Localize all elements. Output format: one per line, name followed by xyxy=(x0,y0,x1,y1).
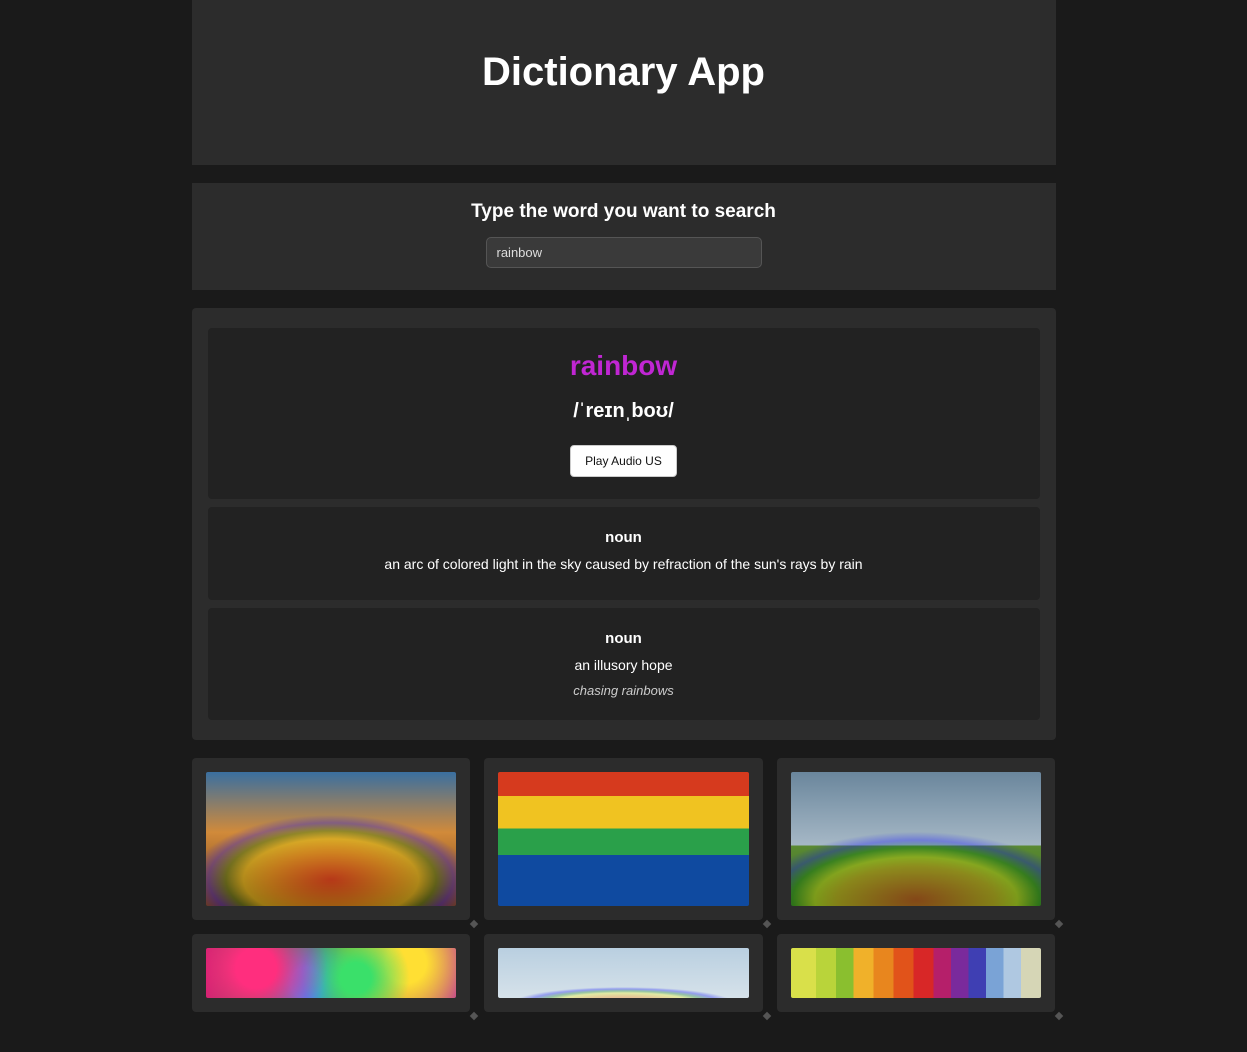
image-card[interactable] xyxy=(777,934,1056,1012)
result-image xyxy=(791,772,1042,906)
result-image xyxy=(206,948,457,998)
app-title: Dictionary App xyxy=(212,50,1036,95)
part-of-speech: noun xyxy=(228,630,1020,647)
result-image xyxy=(791,948,1042,998)
image-card[interactable] xyxy=(192,758,471,920)
result-image xyxy=(206,772,457,906)
definition-card: noun an arc of colored light in the sky … xyxy=(208,507,1040,600)
definition-example: chasing rainbows xyxy=(228,683,1020,698)
play-audio-button[interactable]: Play Audio US xyxy=(570,445,677,477)
app-header: Dictionary App xyxy=(192,0,1056,165)
part-of-speech: noun xyxy=(228,529,1020,546)
word-summary-card: rainbow /ˈreɪnˌboʊ/ Play Audio US xyxy=(208,328,1040,499)
image-card[interactable] xyxy=(192,934,471,1012)
definition-card: noun an illusory hope chasing rainbows xyxy=(208,608,1040,720)
search-input[interactable] xyxy=(486,237,762,268)
definition-text: an arc of colored light in the sky cause… xyxy=(228,556,1020,572)
result-image xyxy=(498,948,749,998)
result-section: rainbow /ˈreɪnˌboʊ/ Play Audio US noun a… xyxy=(192,308,1056,740)
result-phonetic: /ˈreɪnˌboʊ/ xyxy=(228,400,1020,423)
image-card[interactable] xyxy=(484,758,763,920)
images-grid xyxy=(192,758,1056,1012)
result-word: rainbow xyxy=(228,350,1020,382)
image-card[interactable] xyxy=(777,758,1056,920)
result-image xyxy=(498,772,749,906)
definition-text: an illusory hope xyxy=(228,657,1020,673)
image-card[interactable] xyxy=(484,934,763,1012)
search-label: Type the word you want to search xyxy=(212,201,1036,223)
search-section: Type the word you want to search xyxy=(192,183,1056,290)
